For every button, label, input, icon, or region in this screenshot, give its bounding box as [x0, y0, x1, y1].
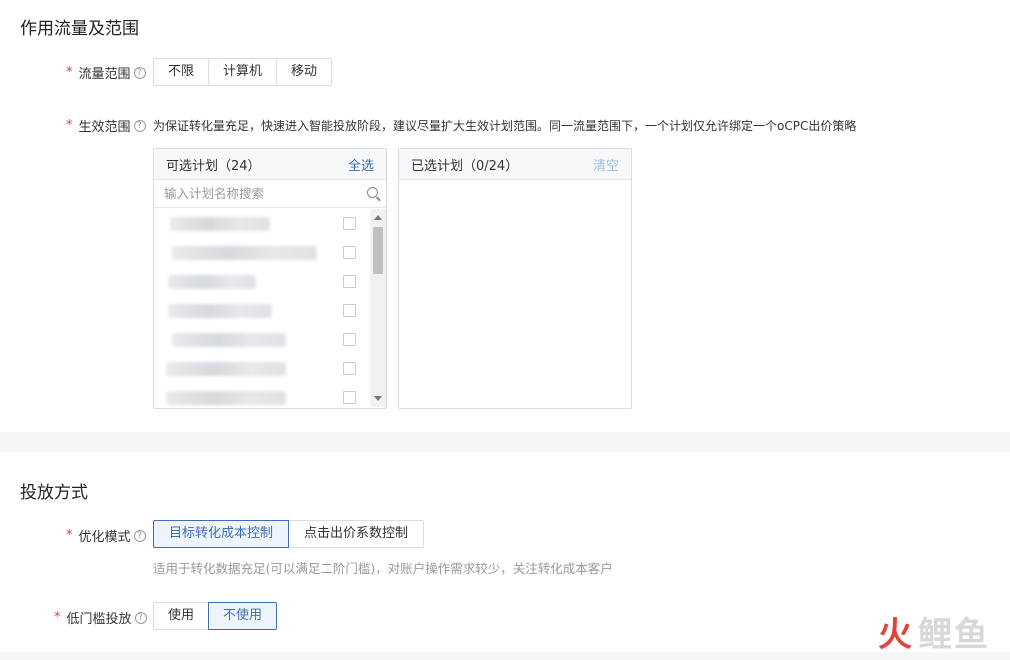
section-divider: [0, 432, 1010, 452]
traffic-scope-selector: 不限 计算机 移动: [153, 58, 333, 86]
available-plans-panel: 可选计划（24） 全选: [153, 148, 387, 409]
plan-checkbox[interactable]: [343, 333, 356, 346]
low-threshold-selector: 使用 不使用: [153, 602, 278, 630]
selected-plans-panel: 已选计划（0/24） 清空: [398, 148, 632, 409]
help-icon[interactable]: ?: [134, 611, 147, 624]
selected-plans-title: 已选计划（0/24）: [411, 158, 519, 174]
search-icon[interactable]: [367, 187, 378, 198]
list-scrollbar[interactable]: [370, 209, 386, 407]
list-item[interactable]: [154, 325, 366, 354]
low-threshold-label: * 低门槛投放 ?: [54, 608, 147, 627]
list-item[interactable]: [154, 296, 366, 325]
optimize-mode-selector: 目标转化成本控制 点击出价系数控制: [153, 520, 425, 548]
list-item[interactable]: [154, 209, 366, 238]
plan-checkbox[interactable]: [343, 275, 356, 288]
plan-checkbox[interactable]: [343, 217, 356, 230]
plan-checkbox[interactable]: [343, 362, 356, 375]
effect-scope-label: * 生效范围 ?: [66, 116, 146, 135]
help-icon[interactable]: ?: [133, 529, 146, 542]
required-mark: *: [54, 610, 61, 625]
list-item[interactable]: [154, 238, 366, 267]
threshold-option-not-use[interactable]: 不使用: [208, 602, 278, 630]
bottom-divider: [0, 652, 1010, 660]
optimize-mode-label-text: 优化模式: [78, 530, 131, 545]
effect-scope-description: 为保证转化量充足，快速进入智能投放阶段，建议尽量扩大生效计划范围。同一流量范围下…: [153, 119, 857, 133]
plan-checkbox[interactable]: [343, 391, 356, 404]
scroll-down-arrow-icon[interactable]: [374, 396, 382, 401]
plan-checkbox[interactable]: [343, 246, 356, 259]
required-mark: *: [66, 528, 73, 543]
effect-scope-label-text: 生效范围: [78, 120, 131, 135]
list-item[interactable]: [154, 354, 366, 383]
available-plans-header: 可选计划（24） 全选: [154, 149, 386, 180]
traffic-option-mobile[interactable]: 移动: [276, 58, 333, 86]
section-title-delivery: 投放方式: [20, 483, 88, 503]
required-mark: *: [66, 65, 73, 80]
plan-search-row: [154, 180, 386, 208]
traffic-scope-label-text: 流量范围: [78, 67, 131, 82]
optimize-mode-label: * 优化模式 ?: [66, 526, 146, 545]
list-item[interactable]: [154, 383, 366, 407]
help-icon[interactable]: ?: [133, 119, 146, 132]
traffic-option-unlimited[interactable]: 不限: [153, 58, 210, 86]
list-item[interactable]: [154, 267, 366, 296]
traffic-option-computer[interactable]: 计算机: [208, 58, 278, 86]
available-plans-list: [154, 209, 385, 407]
available-plans-title: 可选计划（24）: [166, 158, 261, 174]
scroll-up-arrow-icon[interactable]: [374, 215, 382, 220]
help-icon[interactable]: ?: [133, 66, 146, 79]
threshold-option-use[interactable]: 使用: [153, 602, 210, 630]
traffic-scope-label: * 流量范围 ?: [66, 63, 146, 82]
watermark-text: 火鲤鱼: [878, 615, 990, 655]
mode-option-target-cost[interactable]: 目标转化成本控制: [153, 520, 290, 548]
optimize-mode-hint: 适用于转化数据充足(可以满足二阶门槛)，对账户操作需求较少，关注转化成本客户: [153, 561, 613, 576]
mode-option-click-bid[interactable]: 点击出价系数控制: [288, 520, 425, 548]
clear-link[interactable]: 清空: [593, 155, 619, 174]
plan-checkbox[interactable]: [343, 304, 356, 317]
selected-plans-header: 已选计划（0/24） 清空: [399, 149, 631, 180]
plan-search-input[interactable]: [164, 186, 354, 201]
scroll-thumb[interactable]: [373, 227, 383, 274]
low-threshold-label-text: 低门槛投放: [66, 612, 132, 627]
section-title-traffic: 作用流量及范围: [20, 19, 139, 39]
required-mark: *: [66, 118, 73, 133]
select-all-link[interactable]: 全选: [348, 155, 374, 174]
watermark-logo: 火鲤鱼: [878, 607, 990, 656]
